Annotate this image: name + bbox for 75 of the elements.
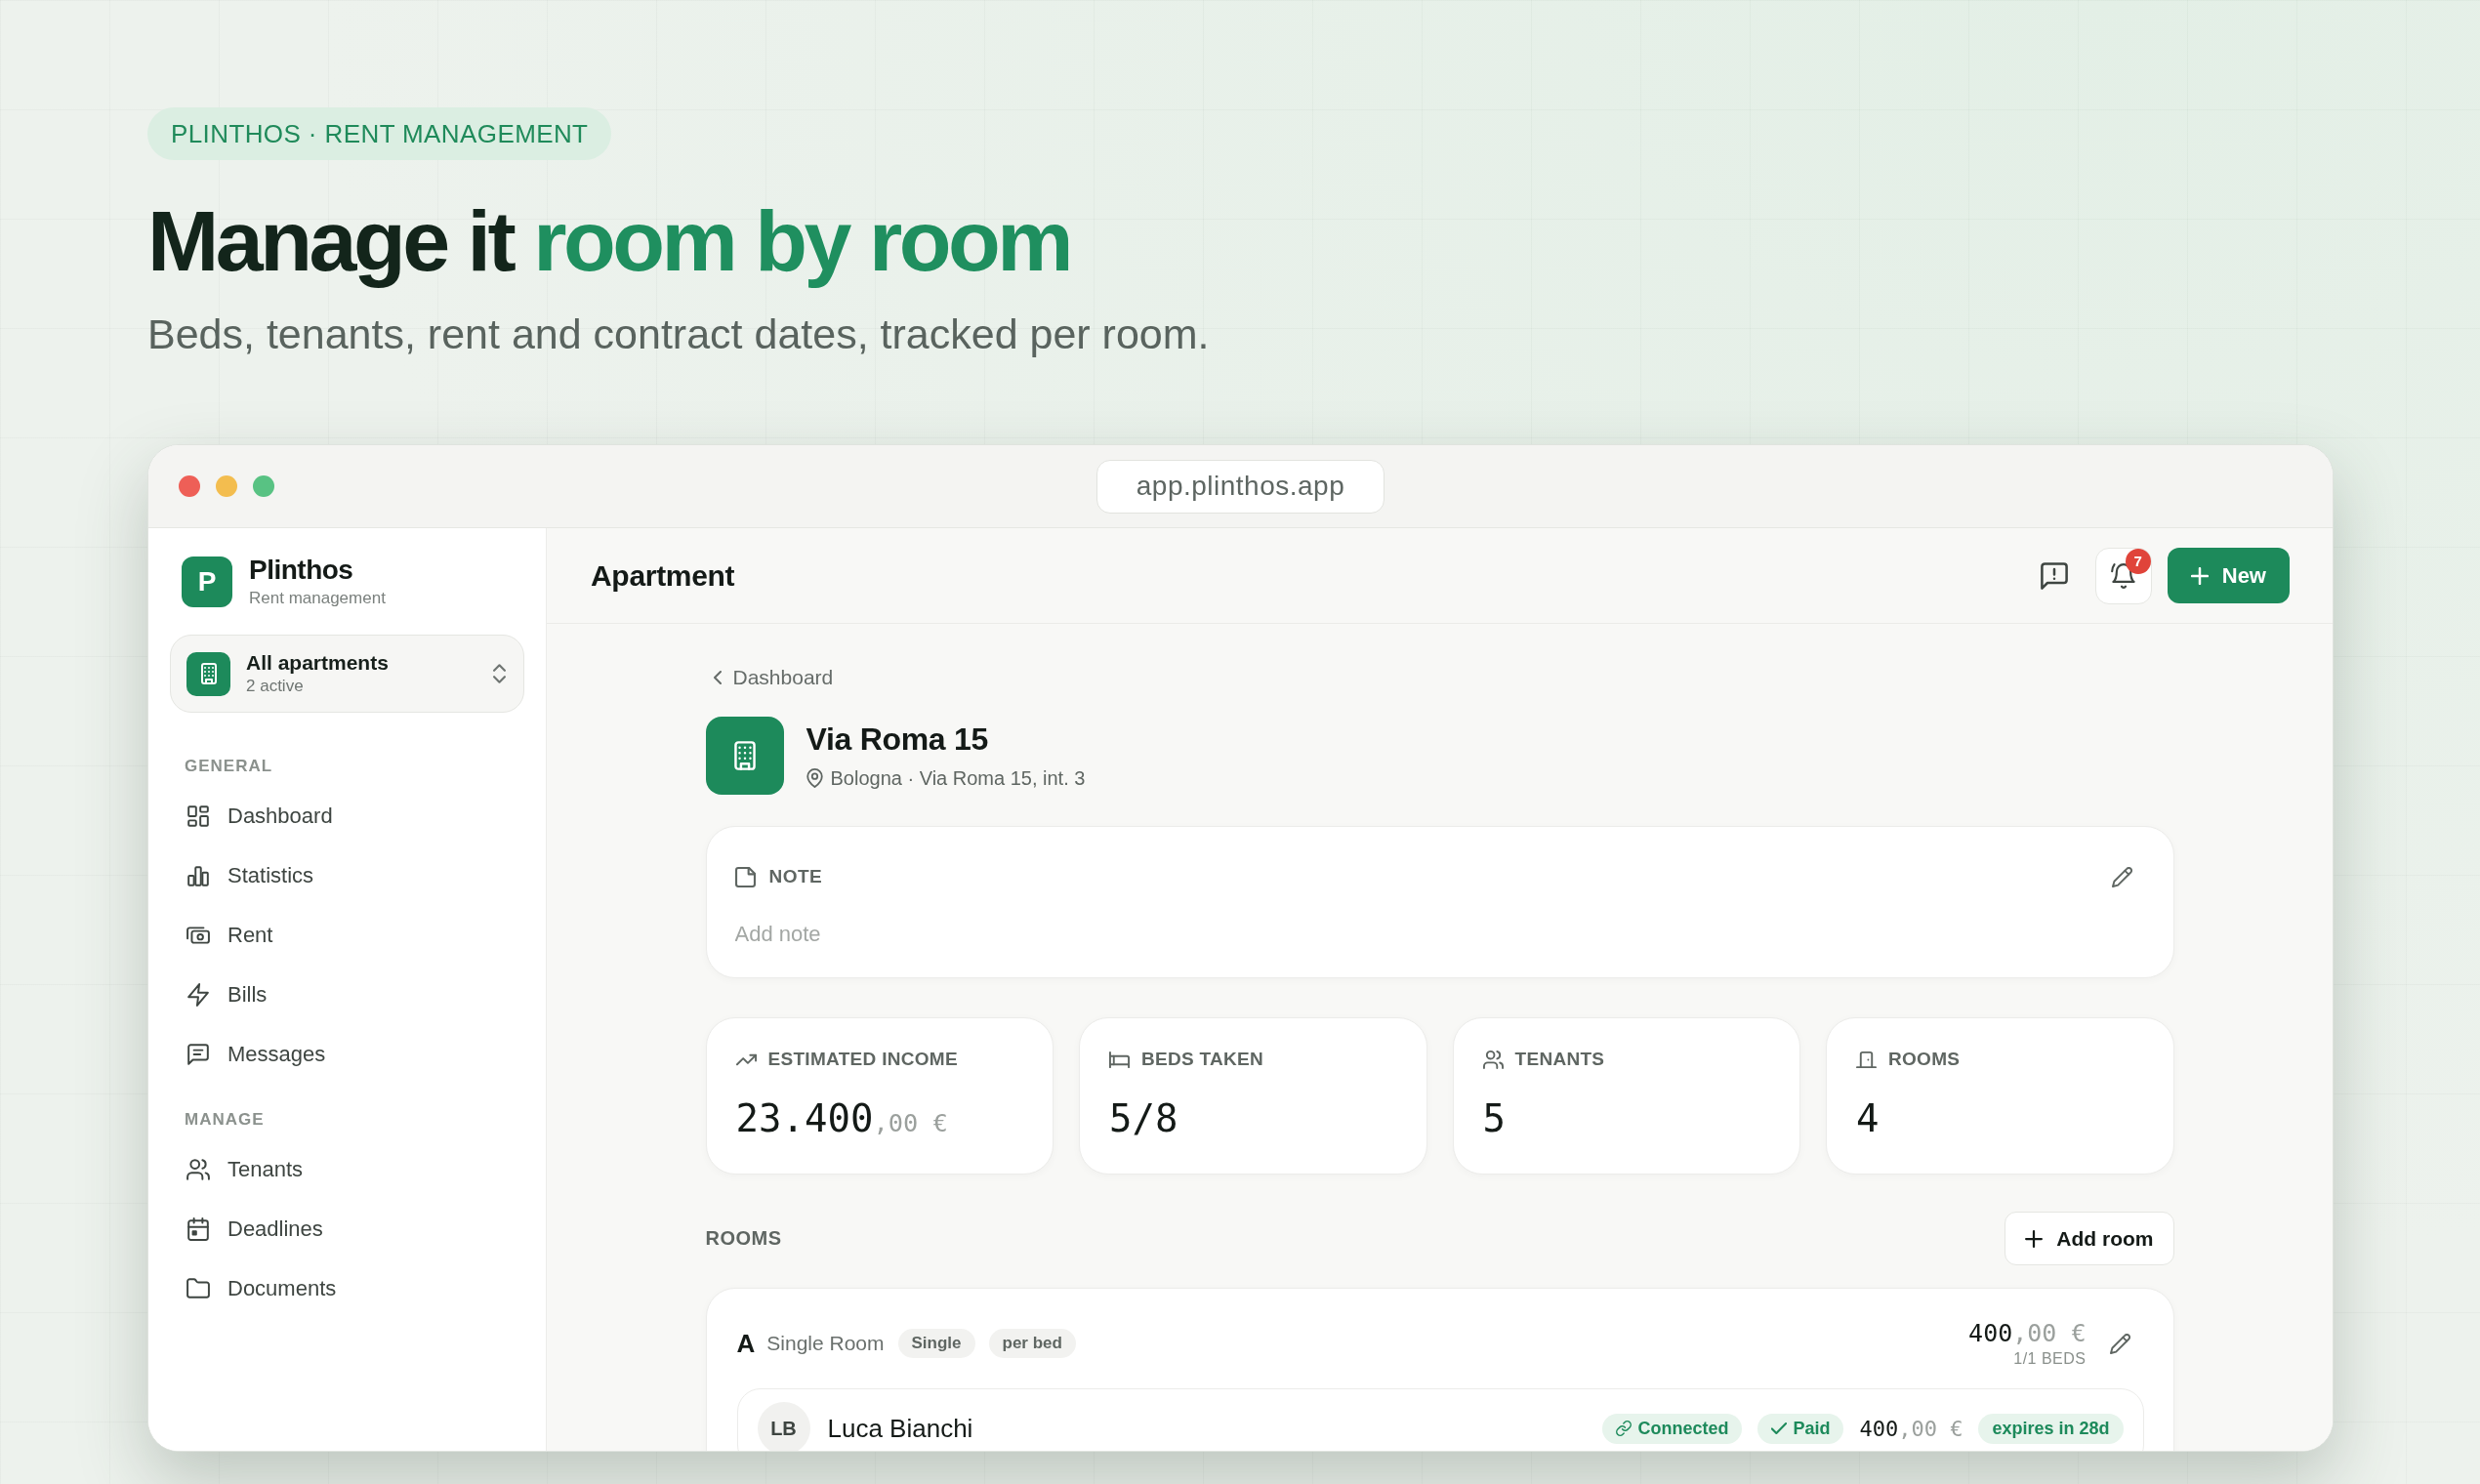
hero-title: Manage it room by room [147,191,1070,290]
window-close-button[interactable] [179,475,200,497]
tenant-row[interactable]: LB Luca Bianchi Connected Paid 400,00 € expires in 28d [736,1388,2144,1451]
link-icon [1616,1421,1633,1436]
people-icon [1482,1049,1504,1070]
logo: P [182,556,232,607]
folder-icon [186,1277,210,1300]
chat-icon [186,1043,210,1066]
check-icon [1771,1421,1788,1436]
brand-name: Plinthos [249,555,354,586]
new-button[interactable]: New [2167,548,2290,603]
room-tag: Single [897,1329,975,1358]
building-icon [705,717,784,795]
nav-item[interactable]: Tenants [170,1144,524,1195]
nav-item[interactable]: Deadlines [170,1204,524,1255]
stat-label: ESTIMATED INCOME [767,1049,958,1070]
chevron-up-down-icon [493,664,506,683]
nav-item[interactable]: Documents [170,1263,524,1314]
plus-icon [2190,566,2209,585]
payment-chip: Paid [1757,1413,1844,1444]
stat-label: BEDS TAKEN [1141,1049,1264,1070]
stat-value: 4 [1856,1097,1880,1140]
notifications-button[interactable]: 7 [2094,547,2152,604]
page-title: Apartment [591,558,735,593]
chevron-left-icon [713,671,722,684]
door-icon [1856,1049,1877,1070]
nav-item[interactable]: Bills [170,969,524,1020]
hero-subtitle: Beds, tenants, rent and contract dates, tracked per room. [147,310,1210,357]
stat-label: ROOMS [1888,1049,1961,1070]
lightning-icon [186,983,210,1007]
section-heading: ROOMS [705,1227,782,1250]
tenant-name: Luca Bianchi [827,1413,973,1444]
banknote-icon [186,924,210,947]
people-icon [186,1158,210,1181]
nav-section-heading: GENERAL [185,756,274,777]
tenant-rent: 400,00 € [1859,1416,1963,1441]
property-name: Via Roma 15 [806,721,989,758]
bar-chart-icon [186,864,210,887]
nav-item[interactable]: Rent [170,910,524,961]
note-label: NOTE [768,866,823,887]
nav-section-heading: MANAGE [185,1109,266,1131]
add-room-button[interactable]: Add room [2005,1212,2174,1265]
nav-item[interactable]: Messages [170,1029,524,1080]
room-tag: per bed [988,1329,1076,1358]
grid-icon [186,804,210,828]
plus-icon [2025,1229,2044,1248]
calendar-icon [186,1217,210,1241]
room-price: 400,00 € [1968,1318,2087,1349]
room-name: Single Room [766,1332,885,1355]
apartment-switcher[interactable]: All apartments 2 active [170,635,524,713]
stat-value: 23.400,00 € [735,1097,948,1142]
room-beds: 1/1 BEDS [2013,1349,2087,1369]
address-bar: app.plinthos.app [1096,459,1385,514]
back-link[interactable]: Dashboard [705,664,834,691]
bed-icon [1109,1049,1130,1070]
stat-label: TENANTS [1514,1049,1605,1070]
contract-chip: expires in 28d [1978,1413,2124,1444]
property-address: Bologna · Via Roma 15, int. 3 [830,766,1086,791]
note-field[interactable]: Add note [734,921,2132,948]
nav-item[interactable]: Dashboard [170,791,524,842]
brand-tagline: Rent management [249,588,386,609]
sticky-note-icon [734,866,756,887]
connection-chip: Connected [1602,1413,1743,1444]
notification-badge: 7 [2125,548,2151,574]
avatar-initials: LB [757,1402,810,1451]
pencil-icon[interactable] [2109,1333,2130,1354]
map-pin-icon [806,768,823,788]
nav-item[interactable]: Statistics [170,850,524,901]
stat-value: 5/8 [1109,1097,1178,1140]
building-icon [186,651,230,696]
message-alert-icon[interactable] [2040,561,2068,590]
eyebrow-badge: PLINTHOS · RENT MANAGEMENT [147,107,612,160]
room-letter: A [736,1328,756,1359]
pencil-icon[interactable] [2111,866,2132,887]
stat-value: 5 [1482,1097,1506,1140]
